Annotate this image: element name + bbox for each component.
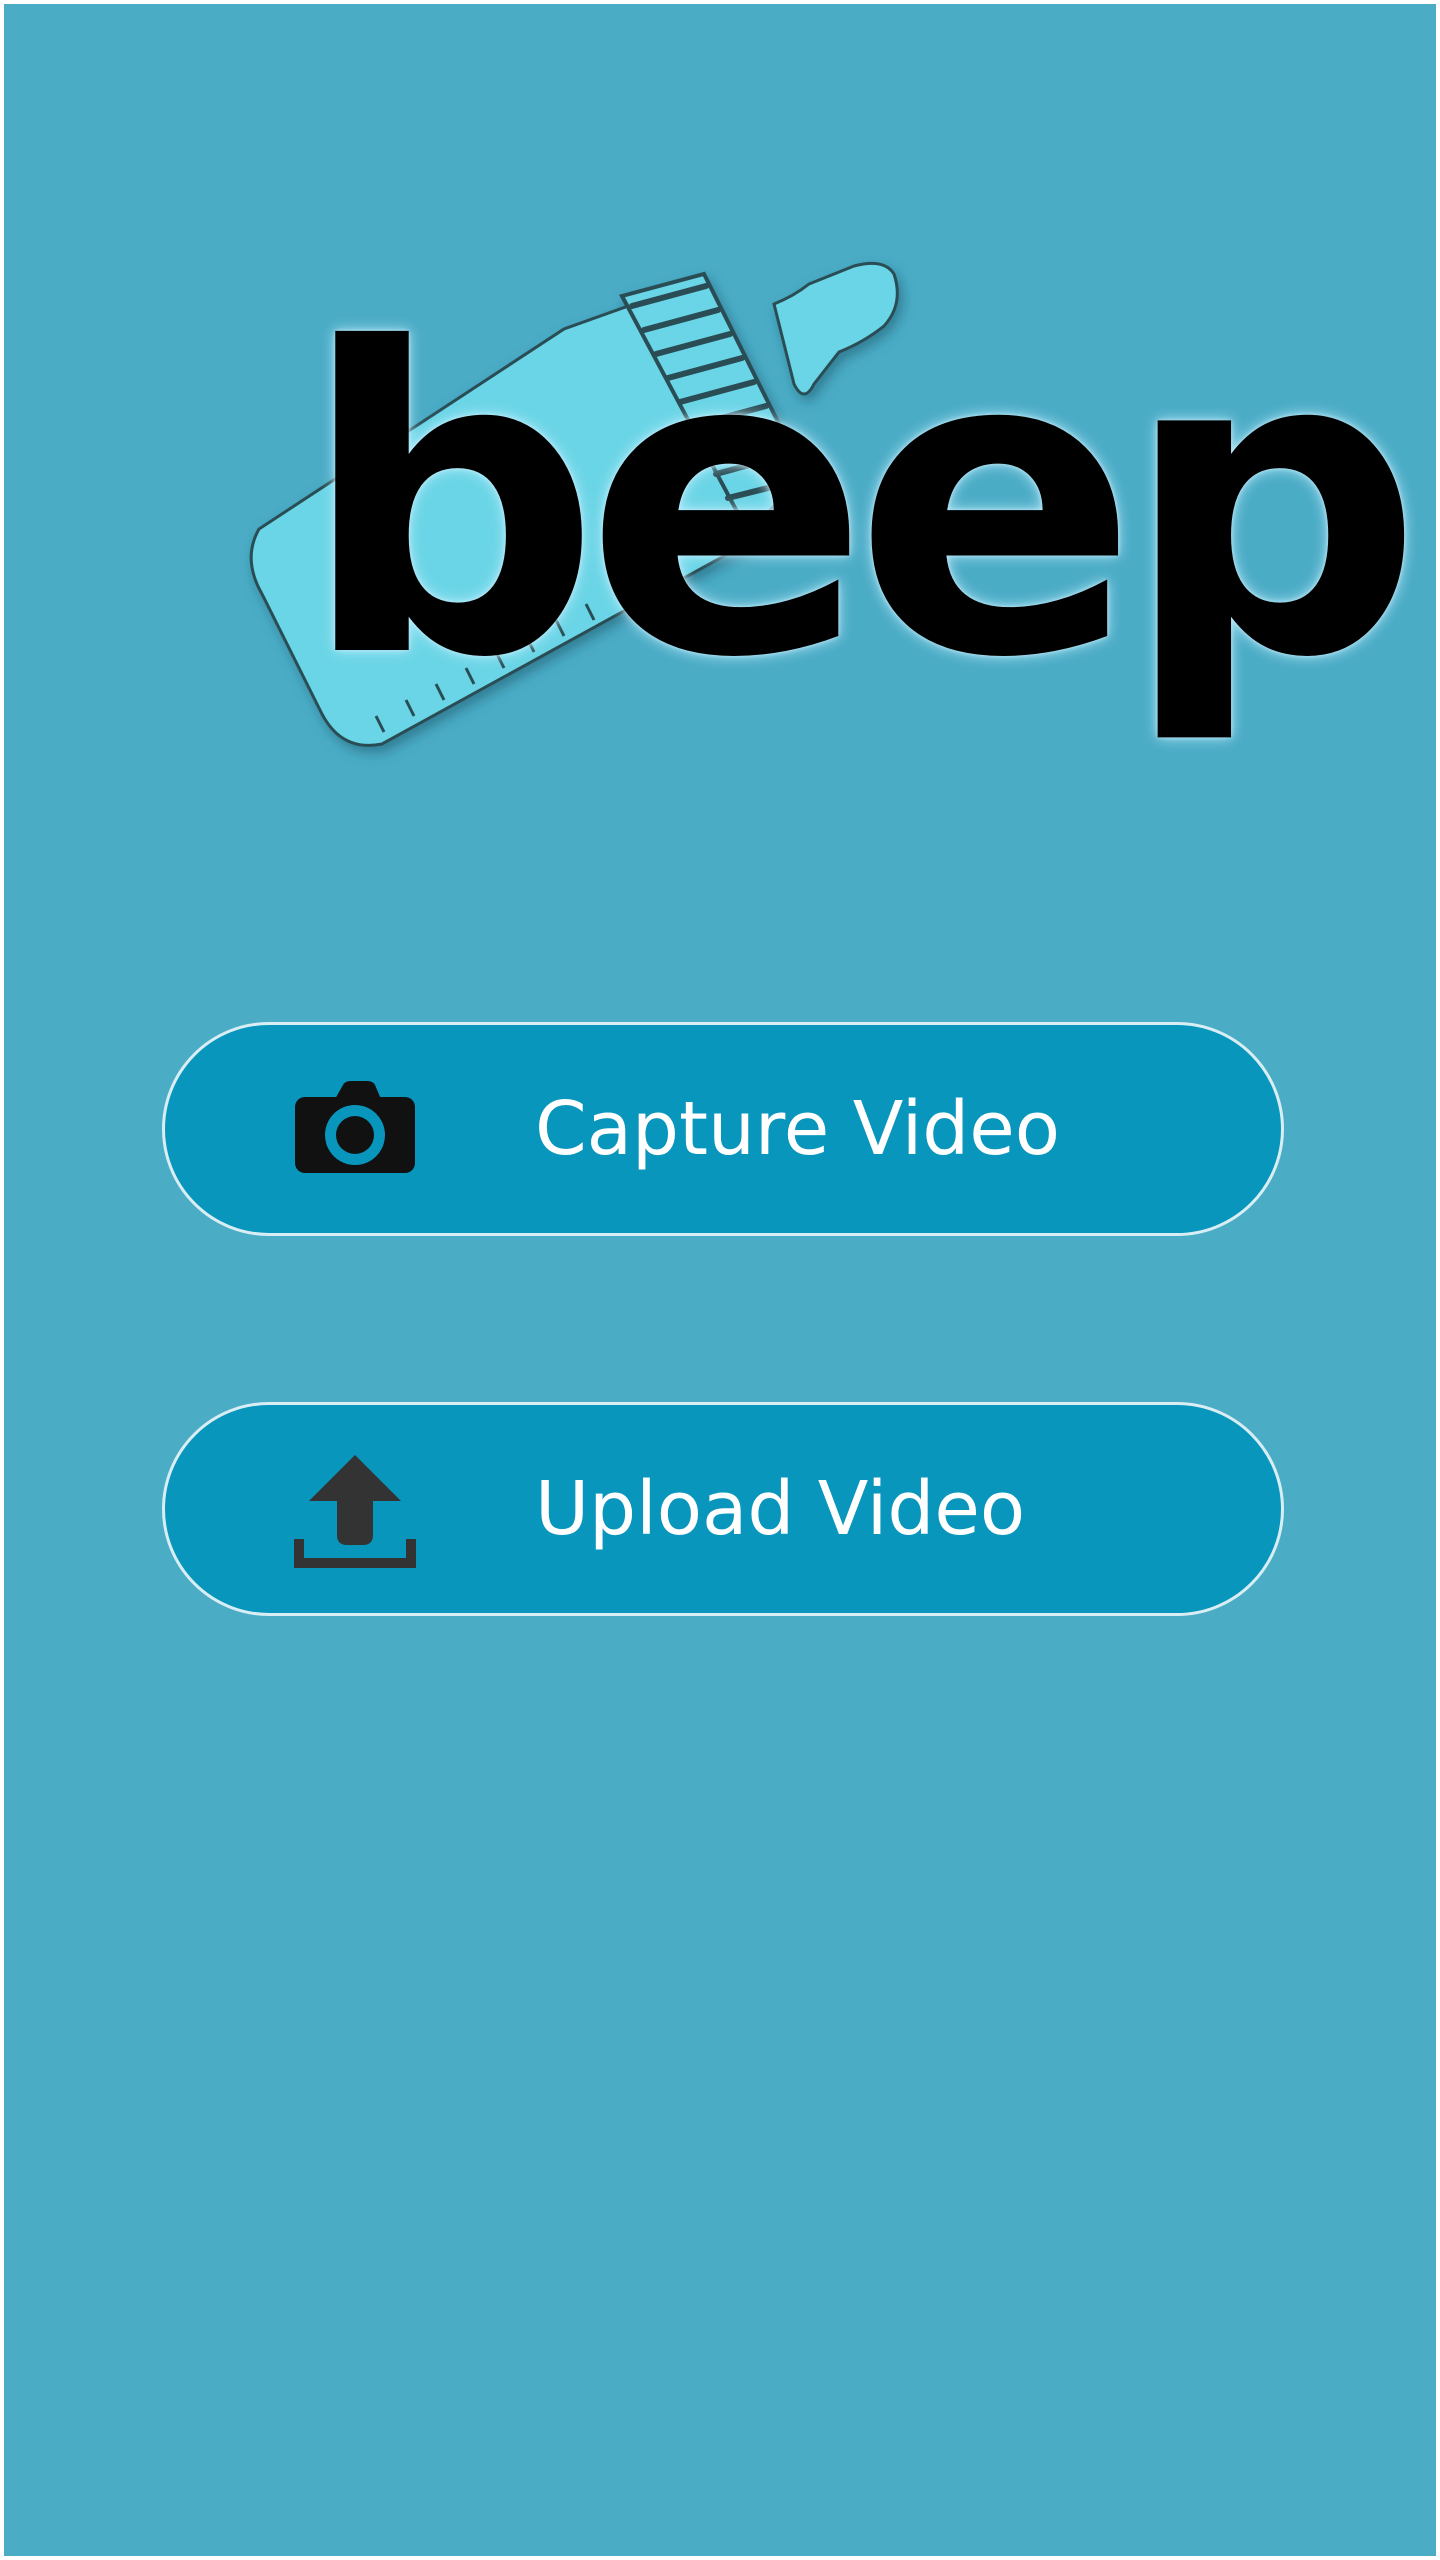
capture-video-label: Capture Video xyxy=(535,1086,1061,1172)
upload-video-label: Upload Video xyxy=(535,1466,1026,1552)
app-logo: beep. xyxy=(4,4,1436,864)
logo-wordmark: beep. xyxy=(300,261,1436,750)
capture-video-button[interactable]: Capture Video xyxy=(162,1022,1284,1236)
upload-icon xyxy=(294,1455,416,1568)
camera-icon xyxy=(295,1081,415,1173)
main-screen: beep. Capture Video Upload Video xyxy=(4,4,1436,2556)
upload-video-button[interactable]: Upload Video xyxy=(162,1402,1284,1616)
